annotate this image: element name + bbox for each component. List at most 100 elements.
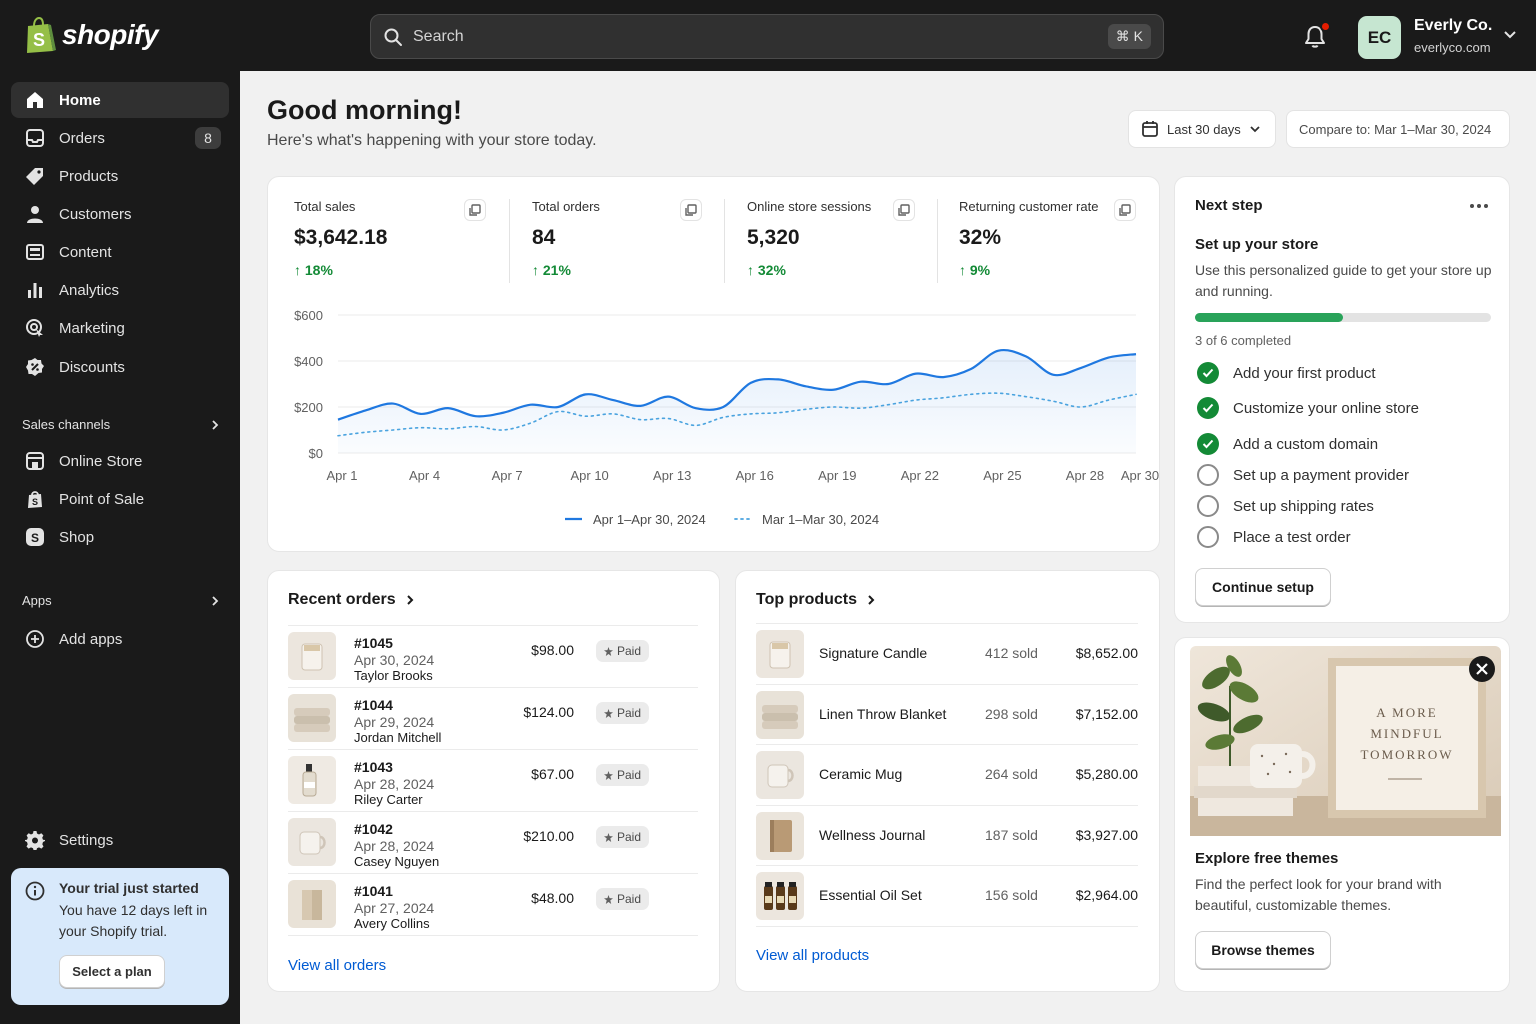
sidebar-item-marketing[interactable]: Marketing	[11, 310, 229, 346]
product-units-sold: 298 sold	[985, 705, 1038, 722]
sidebar-item-label: Discounts	[59, 358, 125, 376]
close-icon[interactable]	[1468, 655, 1496, 683]
sidebar-item-point-of-sale[interactable]: S Point of Sale	[11, 481, 229, 517]
order-date: Apr 28, 2024	[354, 776, 435, 792]
view-all-products-link[interactable]: View all products	[756, 947, 869, 964]
sidebar-item-online-store[interactable]: Online Store	[11, 443, 229, 479]
product-revenue: $2,964.00	[1075, 887, 1138, 903]
product-row[interactable]: Ceramic Mug 264 sold $5,280.00	[756, 744, 1138, 804]
setup-text: Use this personalized guide to get your …	[1195, 262, 1492, 299]
sidebar-item-settings[interactable]: Settings	[11, 822, 229, 858]
legend-label: Apr 1–Apr 30, 2024	[593, 512, 706, 527]
order-row[interactable]: #1041 Apr 27, 2024 Avery Collins $48.00 …	[288, 873, 698, 935]
compare-picker[interactable]: Compare to: Mar 1–Mar 30, 2024	[1286, 110, 1510, 148]
product-row[interactable]: Essential Oil Set 156 sold $2,964.00	[756, 865, 1138, 925]
product-units-sold: 412 sold	[985, 645, 1038, 661]
svg-text:S: S	[33, 30, 45, 50]
poster-line: A MORE	[1376, 705, 1438, 720]
sidebar-item-discounts[interactable]: Discounts	[11, 349, 229, 385]
x-tick-label: Apr 4	[409, 468, 440, 483]
order-number[interactable]: #1045	[354, 635, 393, 651]
product-thumbnail	[756, 690, 804, 739]
sales-channels-header[interactable]: Sales channels	[22, 417, 220, 432]
check-circle-icon	[1197, 397, 1219, 419]
setup-step[interactable]: Customize your online store	[1197, 396, 1419, 420]
order-row[interactable]: #1045 Apr 30, 2024 Taylor Brooks $98.00 …	[288, 625, 698, 687]
product-name[interactable]: Ceramic Mug	[819, 766, 902, 782]
shopify-logo[interactable]: S shopify	[24, 16, 159, 54]
sidebar-item-shop[interactable]: S Shop	[11, 519, 229, 555]
chevron-down-icon[interactable]	[1503, 30, 1517, 40]
browse-themes-button[interactable]: Browse themes	[1195, 931, 1331, 969]
setup-step[interactable]: Add your first product	[1197, 361, 1376, 385]
product-name[interactable]: Wellness Journal	[819, 827, 925, 843]
sidebar: Home Orders 8 Products Customers Content…	[0, 71, 240, 1024]
brand-name: shopify	[62, 19, 159, 50]
x-tick-label: Apr 7	[492, 468, 523, 483]
product-row[interactable]: Wellness Journal 187 sold $3,927.00	[756, 804, 1138, 865]
calendar-icon	[1142, 121, 1158, 137]
order-number[interactable]: #1043	[354, 759, 393, 775]
order-row[interactable]: #1044 Apr 29, 2024 Jordan Mitchell $124.…	[288, 687, 698, 749]
date-range-picker[interactable]: Last 30 days	[1128, 110, 1276, 148]
setup-step[interactable]: Add a custom domain	[1197, 432, 1378, 456]
order-amount: $67.00	[531, 766, 574, 782]
recent-orders-header[interactable]: Recent orders	[288, 591, 416, 609]
sidebar-item-orders[interactable]: Orders 8	[11, 120, 229, 156]
trial-title: Your trial just started	[59, 880, 199, 896]
view-all-orders-link[interactable]: View all orders	[288, 957, 386, 974]
order-number[interactable]: #1042	[354, 821, 393, 837]
setup-step[interactable]: Set up a payment provider	[1197, 463, 1409, 487]
store-name[interactable]: Everly Co.	[1414, 17, 1492, 35]
apps-header[interactable]: Apps	[22, 593, 220, 608]
order-number[interactable]: #1041	[354, 883, 393, 899]
search-bar[interactable]: ⌘ K	[370, 14, 1164, 59]
product-name[interactable]: Essential Oil Set	[819, 887, 922, 903]
sidebar-item-home[interactable]: Home	[11, 82, 229, 118]
sidebar-item-products[interactable]: Products	[11, 158, 229, 194]
product-row[interactable]: Linen Throw Blanket 298 sold $7,152.00	[756, 683, 1138, 744]
top-products-header[interactable]: Top products	[756, 591, 877, 609]
product-name[interactable]: Signature Candle	[819, 645, 927, 661]
sidebar-item-add-apps[interactable]: Add apps	[11, 621, 229, 657]
order-date: Apr 30, 2024	[354, 652, 435, 668]
info-icon	[25, 881, 45, 901]
select-plan-button[interactable]: Select a plan	[59, 955, 165, 988]
poster-text: A MORE MINDFUL TOMORROW	[1336, 702, 1478, 765]
sidebar-item-content[interactable]: Content	[11, 234, 229, 270]
setup-step-label: Set up shipping rates	[1233, 497, 1374, 515]
bar-chart-icon	[28, 283, 42, 298]
setup-step[interactable]: Place a test order	[1197, 525, 1351, 549]
sidebar-item-analytics[interactable]: Analytics	[11, 272, 229, 308]
status-badge: Paid	[596, 702, 650, 724]
sales-channels-label: Sales channels	[22, 417, 111, 432]
trial-banner: Your trial just started You have 12 days…	[11, 868, 229, 1005]
product-row[interactable]: Signature Candle 412 sold $8,652.00	[756, 623, 1138, 683]
status-label: Paid	[617, 892, 642, 906]
y-tick-label: $0	[309, 446, 323, 461]
order-date: Apr 28, 2024	[354, 838, 435, 854]
status-label: Paid	[617, 768, 642, 782]
order-customer: Casey Nguyen	[354, 854, 440, 869]
order-amount: $210.00	[523, 828, 574, 844]
avatar[interactable]: EC	[1358, 16, 1401, 59]
order-row[interactable]: #1042 Apr 28, 2024 Casey Nguyen $210.00 …	[288, 811, 698, 873]
sales-chart[interactable]: $0 $200 $400 $600 Apr 1 Apr 4 Apr 7 Apr 10 Apr 1…	[268, 177, 1161, 553]
order-row[interactable]: #1043 Apr 28, 2024 Riley Carter $67.00 P…	[288, 749, 698, 811]
search-input[interactable]	[413, 27, 1098, 46]
product-name[interactable]: Linen Throw Blanket	[819, 706, 946, 722]
product-thumbnail	[288, 818, 336, 866]
sidebar-item-customers[interactable]: Customers	[11, 196, 229, 232]
continue-setup-button[interactable]: Continue setup	[1195, 568, 1331, 606]
product-revenue: $7,152.00	[1075, 705, 1138, 722]
y-tick-label: $600	[294, 308, 323, 323]
product-thumbnail	[288, 880, 336, 928]
order-number[interactable]: #1044	[354, 697, 393, 713]
setup-step[interactable]: Set up shipping rates	[1197, 494, 1374, 518]
product-thumbnail	[288, 632, 336, 680]
more-options-icon[interactable]	[1469, 203, 1489, 209]
top-products-card: Top products Signature Candle 412 sold $…	[735, 570, 1160, 992]
product-thumbnail	[756, 630, 804, 678]
status-label: Paid	[617, 706, 642, 720]
order-date: Apr 27, 2024	[354, 900, 435, 916]
